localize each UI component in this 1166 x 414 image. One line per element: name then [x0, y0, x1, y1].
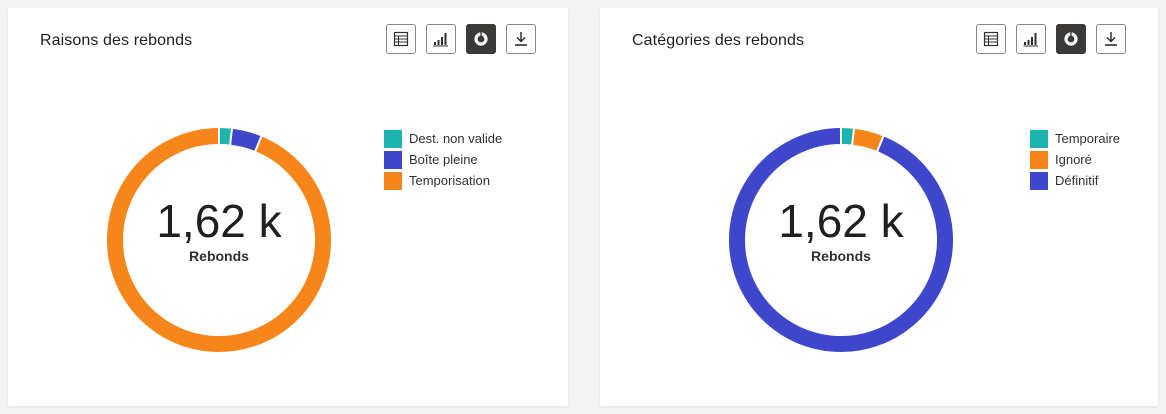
- legend-label: Dest. non valide: [409, 131, 503, 146]
- donut-slice-dest-non-valide[interactable]: [218, 128, 233, 145]
- legend-label: Temporisation: [409, 173, 490, 188]
- legend-swatch: [1030, 171, 1048, 190]
- legend-swatch: [384, 129, 402, 148]
- bounce-categories-card: Catégories des rebonds 1,62 k Rebonds Te…: [600, 8, 1158, 406]
- legend-swatch: [384, 171, 402, 190]
- legend-label: Boîte pleine: [409, 152, 478, 167]
- legend-label: Ignoré: [1055, 152, 1092, 167]
- legend-item-boite-pleine[interactable]: Boîte pleine: [384, 149, 502, 170]
- donut-slice-ignore[interactable]: [851, 128, 884, 152]
- bounce-reasons-card: Raisons des rebonds 1,62 k Rebonds Dest.…: [8, 8, 568, 406]
- legend-item-definitif[interactable]: Définitif: [1030, 170, 1120, 191]
- legend-item-dest-non-valide[interactable]: Dest. non valide: [384, 128, 502, 149]
- center-value: 1,62 k: [156, 195, 282, 247]
- legend: Temporaire Ignoré Définitif: [1030, 128, 1120, 191]
- center-label: Rebonds: [811, 248, 871, 264]
- legend-label: Temporaire: [1055, 131, 1121, 146]
- center-value: 1,62 k: [778, 195, 904, 247]
- legend-label: Définitif: [1055, 173, 1099, 188]
- center-label: Rebonds: [189, 248, 249, 264]
- donut-slice-temporaire[interactable]: [840, 128, 855, 145]
- legend-swatch: [1030, 129, 1048, 148]
- legend-item-temporaire[interactable]: Temporaire: [1030, 128, 1120, 149]
- legend-swatch: [1030, 150, 1048, 169]
- legend: Dest. non valide Boîte pleine Temporisatio…: [384, 128, 502, 191]
- legend-item-temporisation[interactable]: Temporisation: [384, 170, 502, 191]
- legend-swatch: [384, 150, 402, 169]
- legend-item-ignore[interactable]: Ignoré: [1030, 149, 1120, 170]
- donut-slice-boite-pleine[interactable]: [229, 128, 262, 152]
